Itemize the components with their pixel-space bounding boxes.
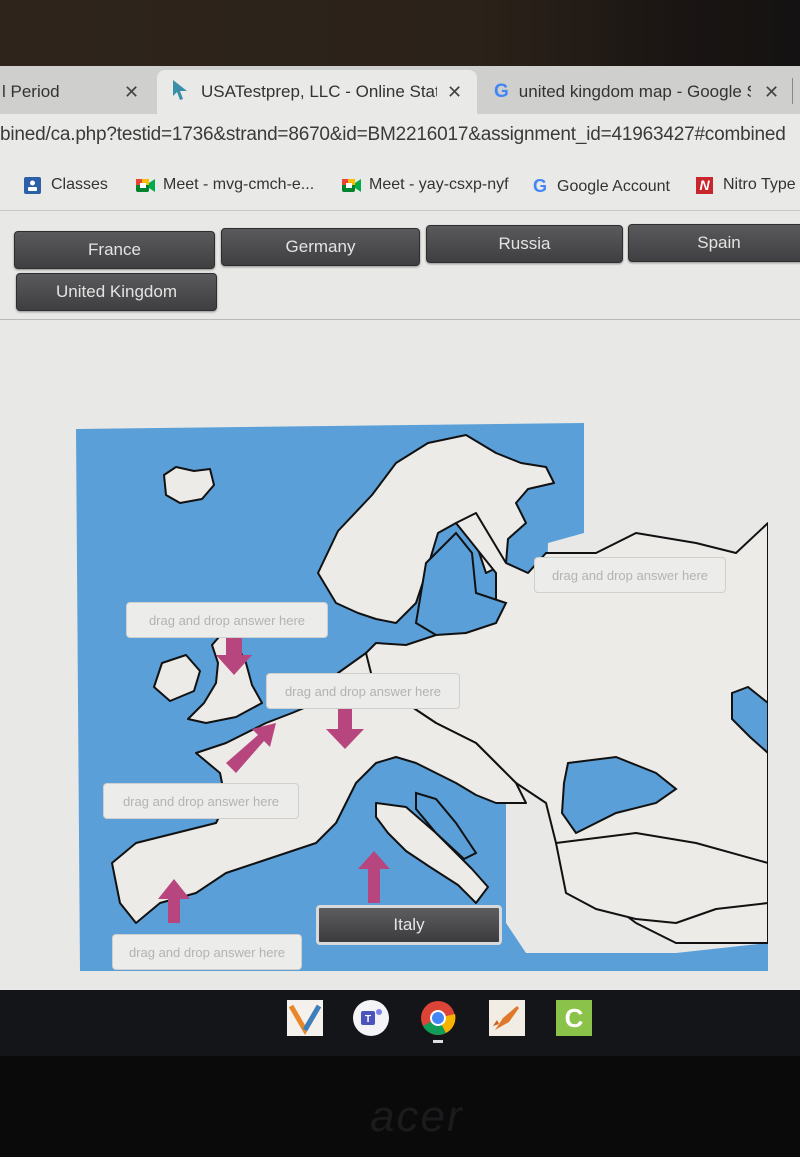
bookmark-meet-1[interactable]: Meet - mvg-cmch-e... [136,176,314,194]
drop-zone-spain[interactable]: drag and drop answer here [112,934,302,970]
drop-zone-france[interactable]: drag and drop answer here [103,783,299,819]
answer-spain[interactable]: Spain [628,224,800,262]
url-text[interactable]: bined/ca.php?testid=1736&strand=8670&id=… [0,124,786,146]
usatestprep-arrow-icon [171,79,189,106]
google-g-icon: G [494,81,509,102]
google-meet-icon [136,177,155,194]
c-app-icon[interactable]: C [556,1000,592,1036]
bookmark-label: Meet - mvg-cmch-e... [163,176,315,193]
tab-title: USATestprep, LLC - Online State [201,82,437,101]
bookmark-meet-2[interactable]: Meet - yay-csxp-nyf [342,176,509,194]
acer-logo: acer [370,1092,464,1141]
answer-united-kingdom[interactable]: United Kingdom [16,273,217,311]
drop-zone-united-kingdom[interactable]: drag and drop answer here [126,602,328,638]
answer-france[interactable]: France [14,231,215,269]
vocabulary-app-icon[interactable] [287,1000,323,1036]
monitor-bezel-top [0,0,800,66]
answer-russia[interactable]: Russia [426,225,623,263]
bookmark-label: Nitro Type [723,176,796,193]
close-icon[interactable]: ✕ [764,82,779,103]
close-icon[interactable]: ✕ [447,82,462,103]
address-bar[interactable]: bined/ca.php?testid=1736&strand=8670&id=… [0,114,800,164]
quiz-page: France Germany Russia Spain United Kingd… [0,211,800,1056]
close-icon[interactable]: ✕ [124,82,139,103]
bookmark-classes[interactable]: Classes [24,176,108,194]
bookmark-label: Google Account [557,177,670,195]
bookmarks-bar: Classes Meet - mvg-cmch-e... Meet - yay-… [0,164,800,211]
answer-germany[interactable]: Germany [221,228,420,266]
divider [0,319,800,320]
bookmark-label: Classes [51,176,108,193]
tab-period[interactable]: l Period ✕ [0,70,155,114]
rocket-app-icon[interactable] [489,1000,525,1036]
bookmark-label: Meet - yay-csxp-nyf [369,176,509,193]
tab-title: l Period [2,82,60,101]
bookmark-google-account[interactable]: G Google Account [533,176,670,197]
tab-google-search[interactable]: G united kingdom map - Google S ✕ [480,70,790,114]
drop-zone-germany[interactable]: drag and drop answer here [266,673,460,709]
running-indicator [433,1040,443,1043]
screen: l Period ✕ USATestprep, LLC - Online Sta… [0,66,800,1056]
bookmark-nitro-type[interactable]: N Nitro Type [696,176,796,194]
drop-zone-russia[interactable]: drag and drop answer here [534,557,726,593]
tab-separator [792,78,793,104]
taskbar: T C [0,990,800,1060]
google-classroom-icon [24,176,41,194]
microsoft-teams-icon[interactable]: T [353,1000,389,1036]
drop-zone-italy-filled[interactable]: Italy [316,905,502,945]
chrome-icon[interactable] [420,1000,456,1043]
tab-usatestprep[interactable]: USATestprep, LLC - Online State ✕ [157,70,477,114]
google-meet-icon [342,177,361,194]
svg-text:T: T [365,1014,371,1025]
nitro-type-icon: N [696,176,713,194]
tab-strip: l Period ✕ USATestprep, LLC - Online Sta… [0,66,800,114]
tab-title: united kingdom map - Google S [518,82,751,101]
google-g-icon: G [533,176,548,196]
